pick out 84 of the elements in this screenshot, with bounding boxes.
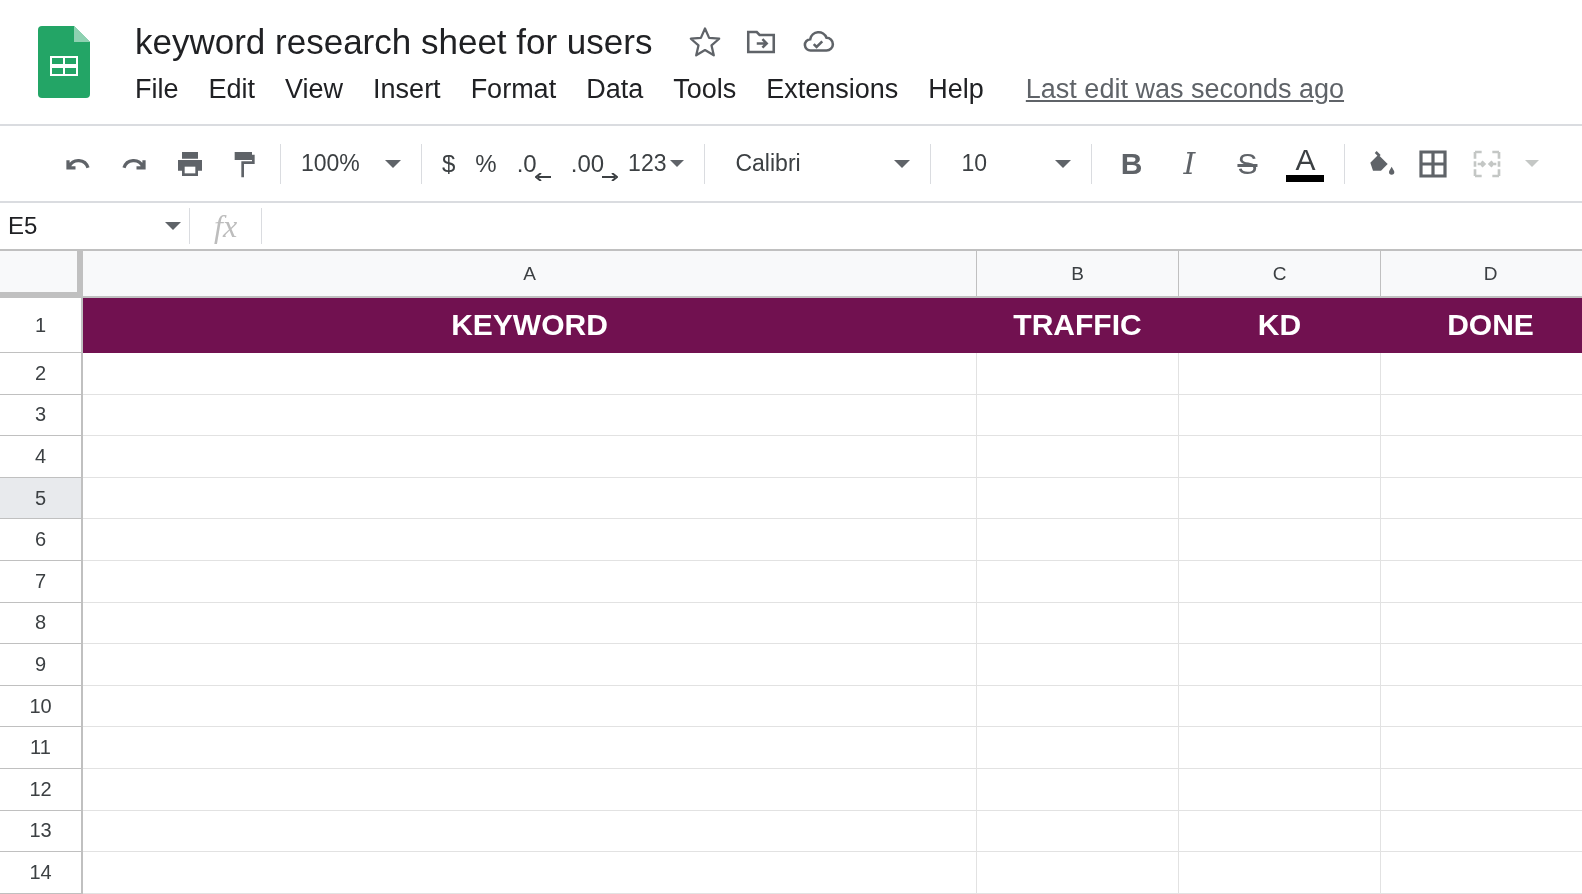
menu-item[interactable]: View — [285, 74, 344, 105]
empty-cell[interactable] — [1179, 519, 1381, 561]
star-icon[interactable] — [688, 25, 723, 59]
row-header[interactable]: 3 — [0, 394, 83, 437]
empty-cell[interactable] — [1179, 477, 1381, 520]
column-header[interactable]: C — [1179, 251, 1381, 298]
row-header[interactable]: 12 — [0, 768, 83, 811]
row-header[interactable]: 1 — [0, 298, 83, 353]
spreadsheet-logo-icon[interactable] — [38, 26, 90, 98]
arrow-left-icon — [534, 172, 551, 181]
row-header[interactable]: 14 — [0, 852, 83, 894]
empty-cell[interactable] — [1179, 768, 1381, 811]
empty-cell[interactable] — [1179, 436, 1381, 478]
menu-item[interactable]: Extensions — [766, 74, 899, 105]
empty-cell[interactable] — [977, 810, 1179, 853]
last-edit-link[interactable]: Last edit was seconds ago — [1025, 74, 1345, 105]
borders-icon[interactable] — [1417, 147, 1450, 180]
empty-cell[interactable] — [977, 394, 1179, 437]
font-dropdown[interactable]: Calibri — [735, 150, 911, 177]
text-style-button[interactable]: S — [1228, 146, 1267, 181]
empty-cell[interactable] — [977, 519, 1179, 561]
empty-cell[interactable] — [1179, 602, 1381, 645]
column-header[interactable]: D — [1381, 251, 1582, 298]
empty-cell[interactable] — [977, 727, 1179, 769]
empty-cell[interactable] — [977, 852, 1179, 894]
menu-item[interactable]: Data — [586, 74, 644, 105]
empty-cell[interactable] — [977, 560, 1179, 603]
text-style-button[interactable]: I — [1170, 146, 1209, 181]
text-style-button[interactable]: A — [1286, 145, 1325, 182]
format-button[interactable]: $ — [442, 149, 456, 178]
empty-cell[interactable] — [1179, 394, 1381, 437]
table-cell: KD — [1179, 298, 1381, 353]
empty-cell[interactable] — [977, 685, 1179, 728]
empty-cell[interactable] — [1179, 810, 1381, 853]
format-button[interactable]: % — [475, 149, 497, 178]
number-format-dropdown[interactable]: 123 — [628, 150, 685, 177]
menu-item[interactable]: Format — [470, 74, 557, 105]
caret-icon — [894, 159, 911, 168]
caret-icon — [385, 159, 401, 168]
empty-cell[interactable] — [1179, 852, 1381, 894]
row-header[interactable]: 8 — [0, 602, 83, 645]
caret-icon — [165, 222, 181, 230]
menu-item[interactable]: Edit — [208, 74, 256, 105]
row-header[interactable]: 13 — [0, 810, 83, 853]
document-title[interactable]: keyword research sheet for users — [135, 22, 653, 62]
row-header[interactable]: 7 — [0, 560, 83, 603]
empty-cell[interactable] — [1179, 353, 1381, 395]
format-button[interactable]: .00 — [570, 149, 605, 178]
menu-item[interactable]: File — [135, 74, 179, 105]
text-style-button[interactable]: B — [1112, 146, 1151, 181]
empty-cell[interactable] — [977, 644, 1179, 686]
empty-cell[interactable] — [977, 353, 1179, 395]
format-button[interactable]: .0 — [516, 149, 537, 178]
row-header[interactable]: 2 — [0, 353, 83, 395]
row-header[interactable]: 6 — [0, 519, 83, 561]
table-cell: TRAFFIC — [977, 298, 1179, 353]
select-all-corner[interactable] — [0, 251, 83, 298]
caret-icon — [1055, 159, 1072, 168]
empty-cell[interactable] — [1179, 560, 1381, 603]
menu-item[interactable]: Help — [928, 74, 984, 105]
empty-cell[interactable] — [1179, 727, 1381, 769]
menu-item[interactable]: Insert — [373, 74, 441, 105]
table-cell: DONE — [1381, 298, 1582, 353]
empty-cell[interactable] — [977, 768, 1179, 811]
row-header[interactable]: 5 — [0, 477, 83, 520]
column-header[interactable]: A — [83, 251, 977, 298]
row-header[interactable]: 4 — [0, 436, 83, 478]
zoom-dropdown[interactable]: 100% — [301, 150, 401, 177]
column-header[interactable]: B — [977, 251, 1179, 298]
empty-cell[interactable] — [977, 436, 1179, 478]
row-header[interactable]: 11 — [0, 727, 83, 769]
caret-icon — [670, 160, 685, 167]
empty-cell[interactable] — [977, 477, 1179, 520]
row-header[interactable]: 10 — [0, 685, 83, 728]
font-size-dropdown[interactable]: 10 — [961, 150, 1072, 177]
name-box[interactable]: E5 — [0, 208, 190, 244]
row-header[interactable]: 9 — [0, 644, 83, 686]
table-cell: KEYWORD — [83, 298, 977, 353]
caret-icon[interactable] — [1525, 160, 1540, 167]
empty-cell[interactable] — [1179, 685, 1381, 728]
menu-item[interactable]: Tools — [673, 74, 737, 105]
arrow-right-icon — [602, 172, 619, 181]
empty-cell[interactable] — [977, 602, 1179, 645]
empty-cell[interactable] — [1179, 644, 1381, 686]
